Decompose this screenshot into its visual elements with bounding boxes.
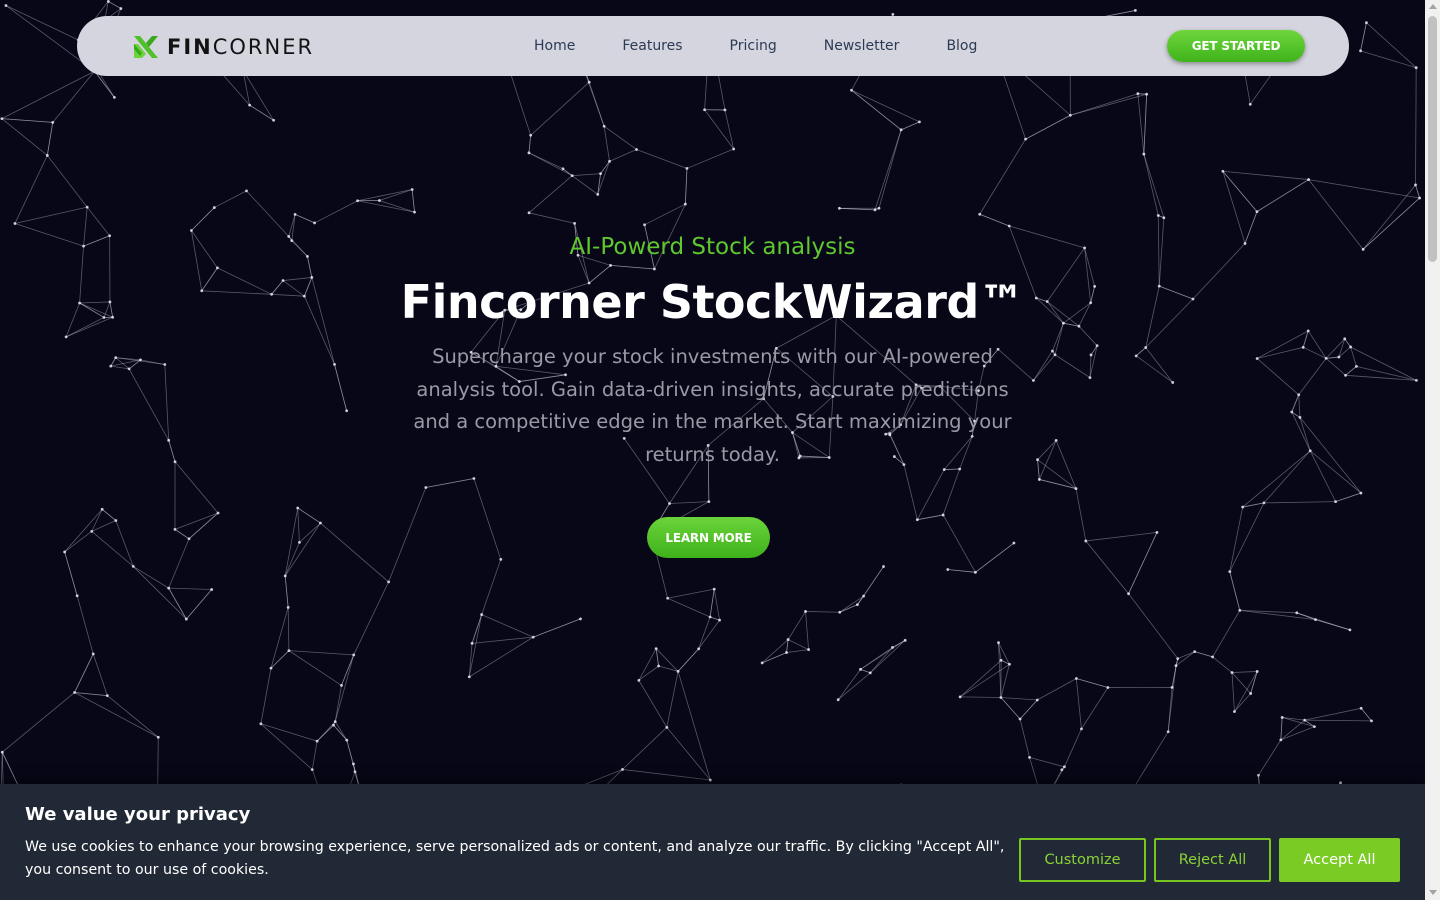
hero-title: Fincorner StockWizard™ — [400, 275, 1025, 329]
vertical-scrollbar[interactable] — [1425, 0, 1440, 900]
logo[interactable]: FINCORNER — [132, 33, 314, 61]
nav-home[interactable]: Home — [534, 36, 575, 56]
hero-kicker: AI-Powerd Stock analysis — [569, 234, 856, 260]
customize-button[interactable]: Customize — [1019, 838, 1146, 882]
scroll-down-arrow-icon[interactable] — [1429, 890, 1437, 895]
accept-all-button[interactable]: Accept All — [1279, 838, 1400, 882]
learn-more-button[interactable]: LEARN MORE — [647, 517, 770, 558]
navbar: FINCORNER Home Features Pricing Newslett… — [77, 16, 1349, 76]
nav-links: Home Features Pricing Newsletter Blog — [534, 36, 1024, 56]
logo-fin-text: FIN — [167, 35, 213, 59]
fincorner-logo-icon — [134, 36, 158, 58]
logo-corner-text: CORNER — [212, 35, 315, 59]
nav-features[interactable]: Features — [622, 36, 682, 56]
scrollbar-thumb[interactable] — [1428, 16, 1437, 262]
reject-all-button[interactable]: Reject All — [1154, 838, 1271, 882]
logo-wordmark: FINCORNER — [167, 34, 314, 60]
scroll-up-arrow-icon[interactable] — [1429, 4, 1437, 9]
hero-description: Supercharge your stock investments with … — [413, 345, 1012, 466]
cookie-banner: We value your privacy We use cookies to … — [0, 784, 1425, 900]
get-started-button[interactable]: GET STARTED — [1167, 30, 1305, 62]
nav-blog[interactable]: Blog — [946, 36, 977, 56]
nav-pricing[interactable]: Pricing — [730, 36, 777, 56]
cookie-title: We value your privacy — [25, 804, 251, 825]
nav-newsletter[interactable]: Newsletter — [824, 36, 900, 56]
cookie-text: We use cookies to enhance your browsing … — [25, 839, 1005, 878]
